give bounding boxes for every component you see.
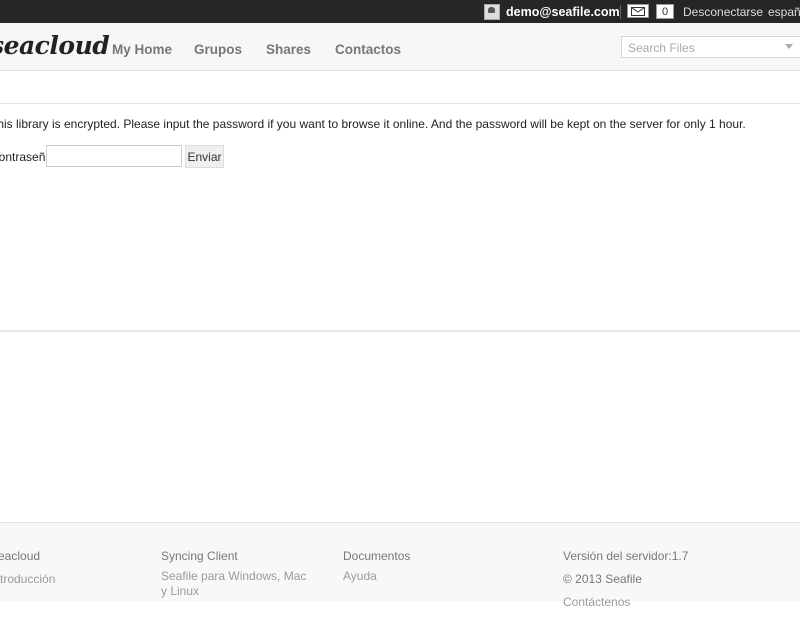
footer-link-clients[interactable]: Seafile para Windows, Mac y Linux (161, 569, 311, 599)
footer-link-help[interactable]: Ayuda (343, 569, 463, 584)
footer-col-info: Versión del servidor:1.7 © 2013 Seafile … (563, 549, 763, 619)
logout-link[interactable]: Desconectarse (683, 5, 763, 19)
nav-contacts[interactable]: Contactos (335, 42, 401, 57)
nav-my-home[interactable]: My Home (112, 42, 172, 57)
language-selector[interactable]: españ (768, 5, 800, 19)
footer-title: Seacloud (0, 549, 41, 563)
search-box[interactable] (621, 36, 800, 58)
footer-title: Syncing Client (161, 549, 238, 563)
search-caret-icon[interactable] (785, 44, 793, 49)
header: seacloud My Home Grupos Shares Contactos (0, 23, 800, 71)
decrypt-panel: This library is encrypted. Please input … (0, 103, 800, 332)
footer-link-intro[interactable]: Introducción (0, 572, 110, 587)
nav-shares[interactable]: Shares (266, 42, 311, 57)
top-bar: demo@seafile.com 0 Desconectarse españ (0, 0, 800, 23)
logo[interactable]: seacloud (0, 31, 110, 60)
footer: Seacloud Introducción Syncing Client Sea… (0, 522, 800, 609)
unread-count-badge[interactable]: 0 (656, 4, 674, 19)
user-menu[interactable]: demo@seafile.com (484, 4, 620, 20)
divider (620, 5, 621, 19)
user-email[interactable]: demo@seafile.com (506, 5, 620, 19)
footer-col-docs: Documentos Ayuda (343, 549, 463, 593)
search-input[interactable] (626, 38, 780, 58)
footer-title: Documentos (343, 549, 411, 563)
server-version: Versión del servidor:1.7 (563, 549, 689, 563)
nav-groups[interactable]: Grupos (194, 42, 242, 57)
copyright: © 2013 Seafile (563, 572, 642, 586)
password-field[interactable] (46, 145, 182, 167)
submit-button[interactable]: Enviar (185, 145, 224, 168)
footer-link-contact[interactable]: Contáctenos (563, 595, 763, 610)
mail-icon[interactable] (627, 4, 649, 18)
footer-col-client: Syncing Client Seafile para Windows, Mac… (161, 549, 311, 608)
encrypted-message: This library is encrypted. Please input … (0, 117, 746, 131)
user-avatar-icon[interactable] (484, 4, 500, 20)
footer-col-seacloud: Seacloud Introducción (0, 549, 110, 596)
